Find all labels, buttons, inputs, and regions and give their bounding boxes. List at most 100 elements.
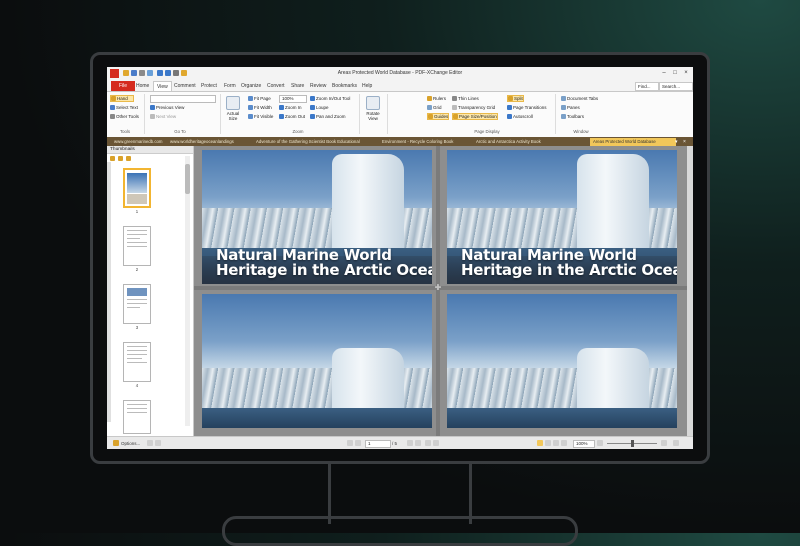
toolbars-button[interactable]: Toolbars: [561, 113, 584, 120]
document-heading: Natural Marine World Heritage in the Arc…: [461, 246, 677, 279]
options-icon[interactable]: [113, 440, 119, 446]
tab-convert[interactable]: Convert: [264, 81, 288, 91]
page-thumbnail[interactable]: [123, 284, 151, 324]
zoom-out-icon[interactable]: [597, 440, 603, 446]
document-tab-active[interactable]: Areas Protected World Database: [590, 138, 676, 146]
panes-button[interactable]: Panes: [561, 104, 580, 111]
page-thumbnail[interactable]: [123, 168, 151, 208]
ribbon-panel: Hand Select Text Other Tools Tools Previ…: [107, 91, 693, 139]
close-icon[interactable]: ×: [681, 69, 691, 77]
pan-zoom-icon: [310, 114, 315, 120]
find-button[interactable]: Find...: [635, 82, 659, 91]
tab-review[interactable]: Review: [307, 81, 329, 91]
split-handle-icon[interactable]: ✛: [434, 284, 442, 292]
tab-home[interactable]: Home: [133, 81, 152, 91]
actual-size-button[interactable]: Actual Size: [225, 96, 241, 121]
document-scrollbar[interactable]: [687, 146, 693, 436]
tab-share[interactable]: Share: [288, 81, 307, 91]
thin-lines-icon: [452, 96, 457, 102]
tab-bookmarks[interactable]: Bookmarks: [329, 81, 360, 91]
scrollbar-thumb[interactable]: [185, 164, 190, 194]
loupe-button[interactable]: Loupe: [310, 104, 329, 111]
maximize-icon[interactable]: □: [670, 69, 680, 77]
last-page-icon[interactable]: [415, 440, 421, 446]
select-text-button[interactable]: Select Text: [110, 104, 138, 111]
rotate-view-button[interactable]: Rotate View: [364, 96, 382, 121]
split-button[interactable]: Split: [507, 95, 524, 102]
rulers-button[interactable]: Rulers: [427, 95, 446, 102]
zoom-out-button[interactable]: Zoom Out: [279, 113, 305, 120]
page-thumbnail[interactable]: [123, 226, 151, 266]
page-thumbnail[interactable]: [123, 400, 151, 434]
tab-list-icon[interactable]: ▾: [675, 138, 678, 146]
document-view[interactable]: Natural Marine World Heritage in the Arc…: [194, 146, 693, 436]
tab-organize[interactable]: Organize: [238, 81, 264, 91]
fit-page-button[interactable]: Fit Page: [248, 95, 271, 102]
tab-form[interactable]: Form: [221, 81, 239, 91]
tab-file[interactable]: File: [111, 81, 135, 91]
zoom-inout-tool-button[interactable]: Zoom In/Out Tool: [310, 95, 350, 102]
tool-icon[interactable]: [147, 440, 153, 446]
page-size-position-button[interactable]: Page Size/Position: [452, 113, 498, 120]
tab-help[interactable]: Help: [359, 81, 375, 91]
thin-lines-button[interactable]: Thin Lines: [452, 95, 479, 102]
previous-page-icon[interactable]: [355, 440, 361, 446]
document-tab[interactable]: Environment - Recycle Coloring Book: [379, 138, 475, 146]
fit-width-button[interactable]: Fit Width: [248, 104, 272, 111]
grid-button[interactable]: Grid: [427, 104, 442, 111]
document-tab[interactable]: www.greenmarinedb.com: [111, 138, 169, 146]
thumbnails-pane: Thumbnails 1 2 3 4: [107, 146, 194, 439]
thumbnails-scrollbar[interactable]: [185, 156, 190, 426]
autoscroll-button[interactable]: Autoscroll: [507, 113, 533, 120]
page-size-icon: [453, 114, 458, 120]
single-page-layout-icon[interactable]: [537, 440, 543, 446]
thumbnail-options-icon[interactable]: [110, 156, 115, 161]
forward-icon[interactable]: [433, 440, 439, 446]
document-tabs-button[interactable]: Document Tabs: [561, 95, 598, 102]
tool-icon[interactable]: [155, 440, 161, 446]
zoom-slider-knob[interactable]: [631, 440, 634, 447]
zoom-out-icon[interactable]: [126, 156, 131, 161]
zoom-in-icon[interactable]: [118, 156, 123, 161]
continuous-layout-icon[interactable]: [545, 440, 551, 446]
back-icon[interactable]: [425, 440, 431, 446]
document-tabs-icon: [561, 96, 566, 102]
minimize-icon[interactable]: –: [659, 69, 669, 77]
next-page-icon[interactable]: [407, 440, 413, 446]
facing-continuous-icon[interactable]: [561, 440, 567, 446]
zoom-combo[interactable]: 100%: [279, 95, 307, 103]
tab-comment[interactable]: Comment: [171, 81, 199, 91]
hand-tool-button[interactable]: Hand: [110, 95, 134, 102]
document-heading: Natural Marine World Heritage in the Arc…: [216, 246, 432, 279]
document-tab[interactable]: Adventure of the Gathering Scientist Boo…: [253, 138, 381, 146]
options-button[interactable]: Options...: [121, 440, 140, 447]
document-tab[interactable]: www.worldheritageoceanlandings: [167, 138, 255, 146]
split-divider-horizontal[interactable]: [194, 286, 693, 290]
fullscreen-icon[interactable]: [673, 440, 679, 446]
other-tools-button[interactable]: Other Tools: [110, 113, 139, 120]
facing-layout-icon[interactable]: [553, 440, 559, 446]
thumbnail-image: [127, 194, 147, 204]
pan-zoom-button[interactable]: Pan and Zoom: [310, 113, 346, 120]
document-page-pane: Natural Marine World Heritage in the Arc…: [202, 150, 432, 284]
goto-page-combo[interactable]: [150, 95, 216, 103]
back-arrow-icon: [150, 105, 155, 111]
previous-view-button[interactable]: Previous View: [150, 104, 184, 111]
zoom-in-icon[interactable]: [661, 440, 667, 446]
page-thumbnail[interactable]: [123, 342, 151, 382]
fit-visible-button[interactable]: Fit Visible: [248, 113, 273, 120]
page-number-input[interactable]: 1: [365, 440, 391, 448]
transparency-grid-button[interactable]: Transparency Grid: [452, 104, 495, 111]
zoom-in-button[interactable]: Zoom In: [279, 104, 302, 111]
document-tab[interactable]: Arctic and Antarctica Activity Book: [473, 138, 571, 146]
tab-protect[interactable]: Protect: [198, 81, 220, 91]
tab-close-icon[interactable]: ×: [683, 138, 686, 146]
zoom-input[interactable]: 100%: [573, 440, 595, 448]
guides-button[interactable]: Guides: [427, 113, 450, 120]
page-transitions-button[interactable]: Page Transitions: [507, 104, 547, 111]
search-button[interactable]: Search...: [659, 82, 693, 91]
next-view-button[interactable]: Next View: [150, 113, 176, 120]
fit-page-icon: [248, 96, 253, 102]
page-total: / 5: [392, 441, 398, 446]
first-page-icon[interactable]: [347, 440, 353, 446]
